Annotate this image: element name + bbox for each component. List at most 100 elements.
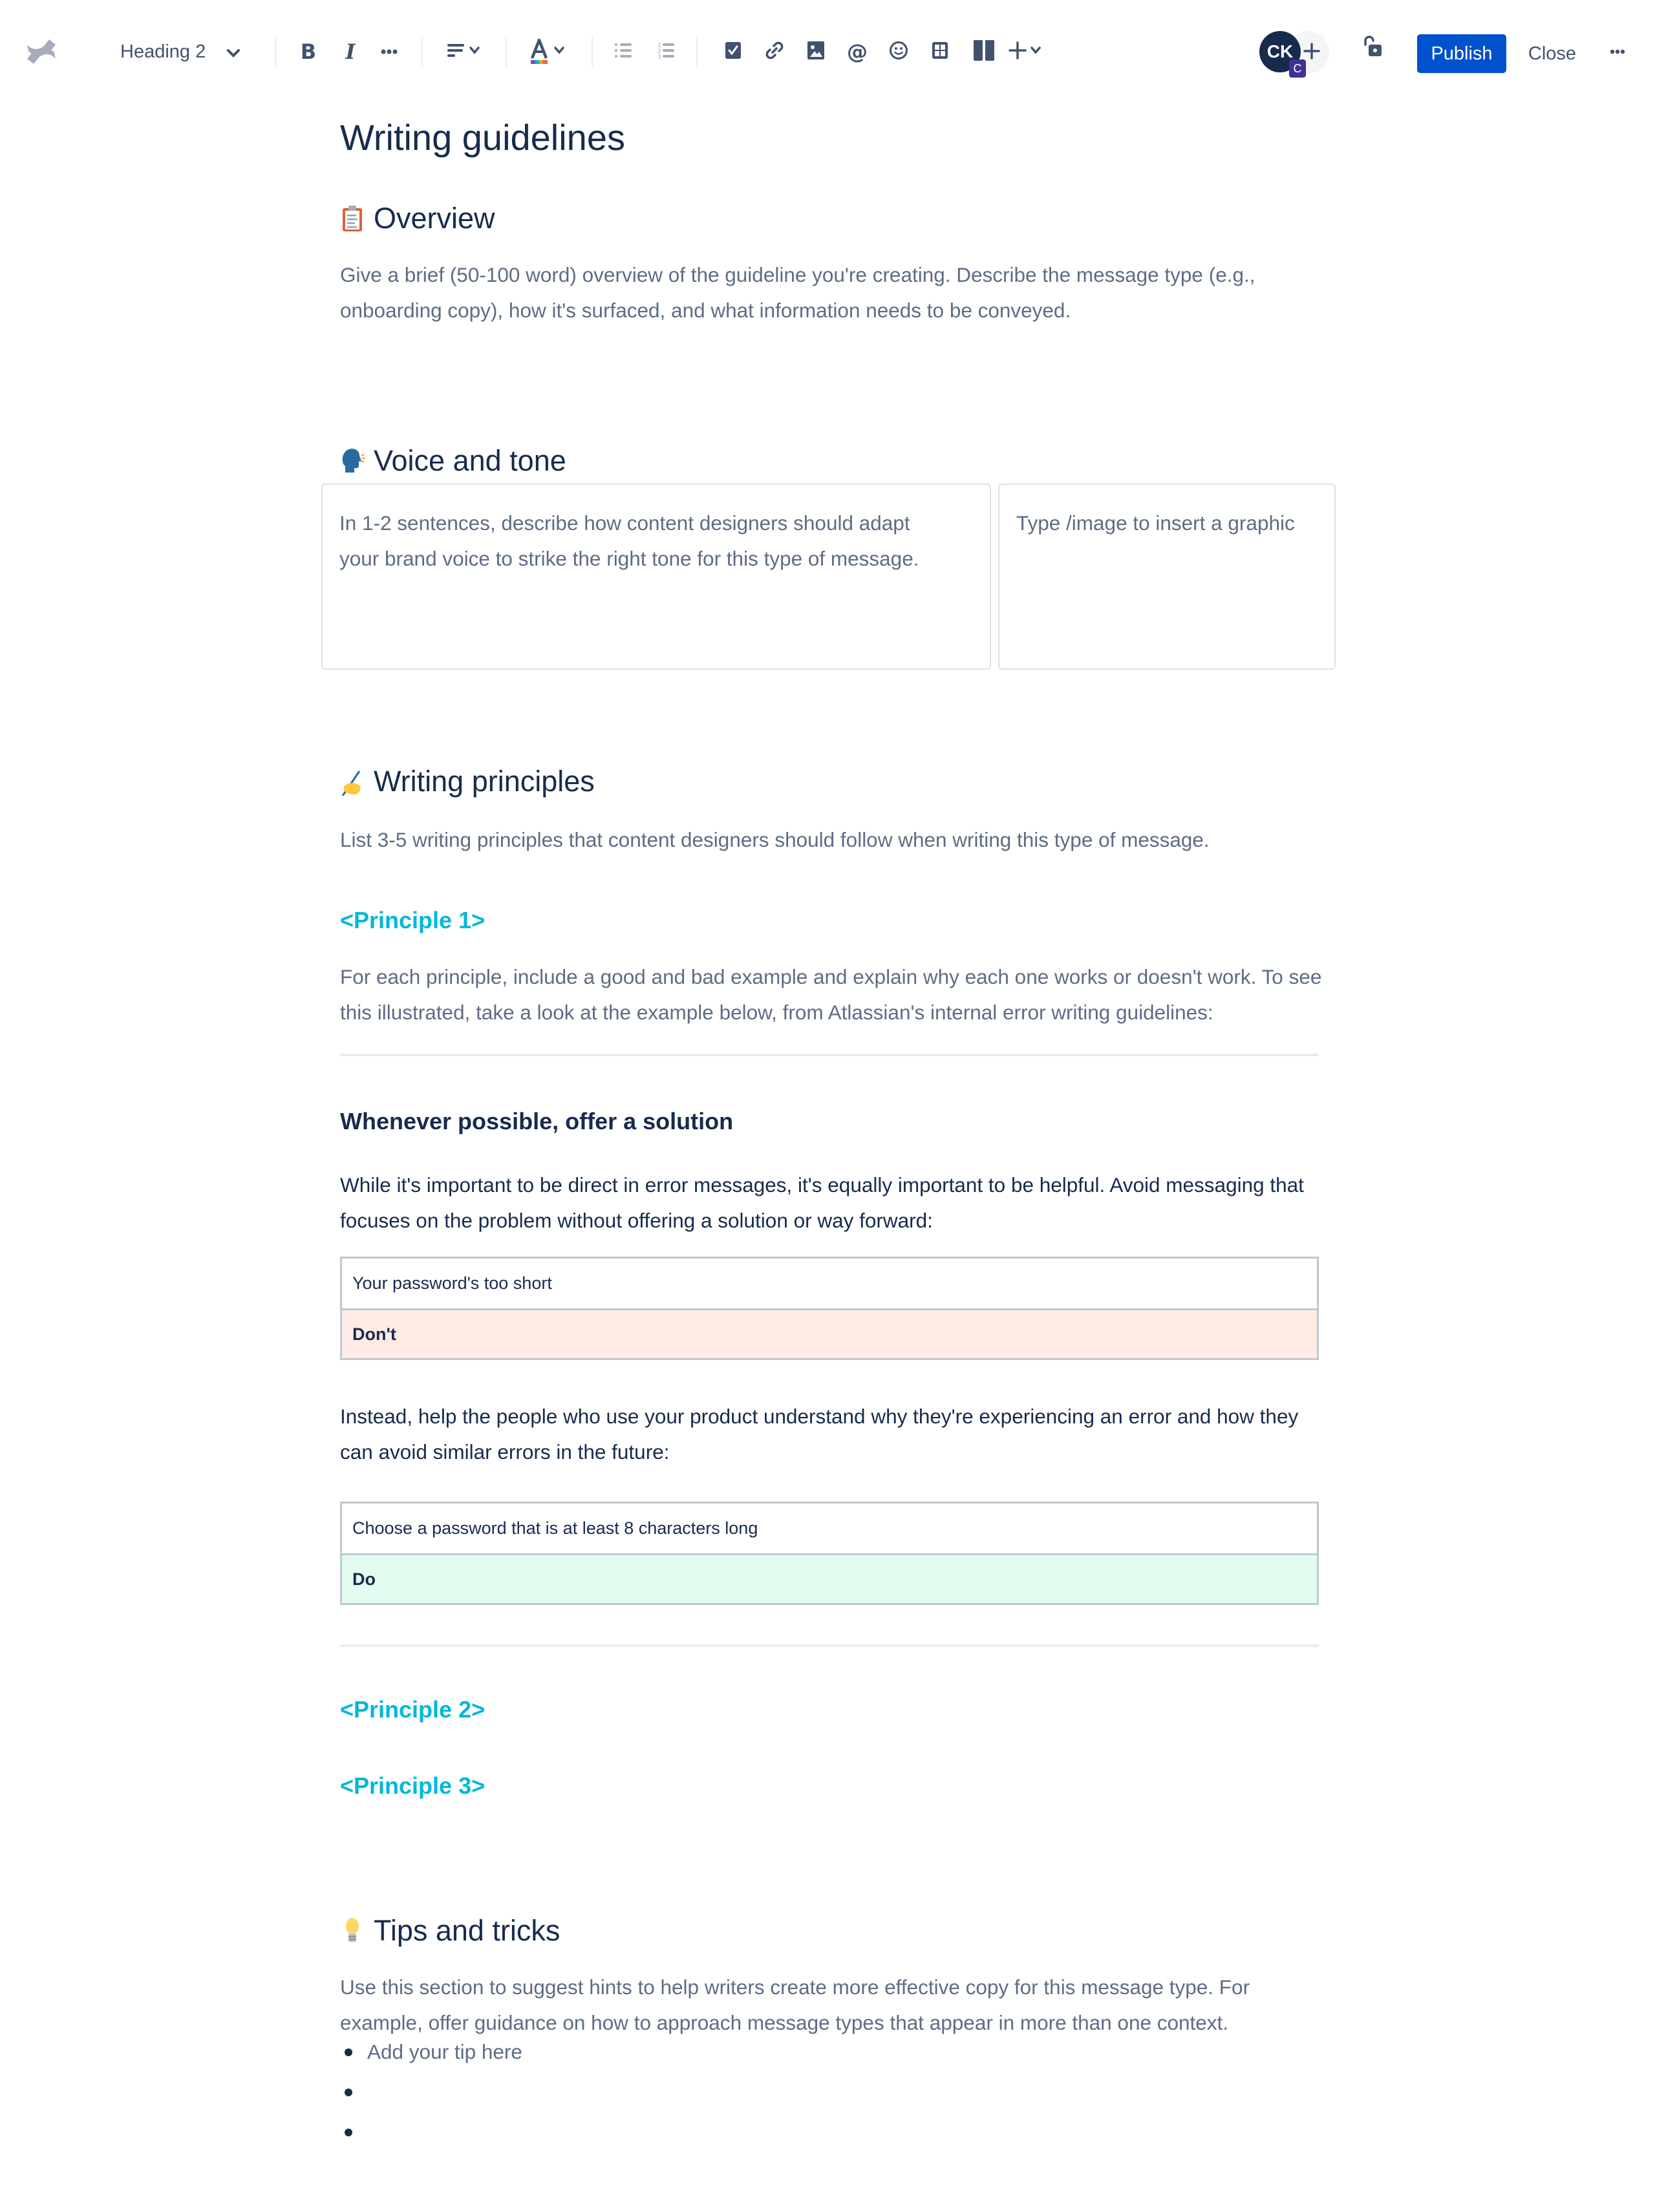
plus-icon [1009, 41, 1027, 63]
mention-button[interactable]: @ [843, 34, 871, 70]
numbered-list-icon: 123 [657, 42, 674, 62]
bold-button[interactable]: B [294, 34, 323, 70]
alignment-dropdown[interactable] [442, 34, 485, 70]
text-style-dropdown[interactable]: Heading 2 [110, 34, 252, 70]
mention-icon: @ [847, 39, 868, 64]
link-button[interactable] [760, 34, 789, 70]
more-icon [1610, 46, 1625, 58]
layouts-button[interactable] [970, 34, 998, 70]
table-row[interactable]: Your password's too short [342, 1259, 1317, 1308]
principle-1-heading[interactable]: <Principle 1> [340, 907, 485, 934]
svg-text:3: 3 [657, 54, 661, 59]
chevron-down-icon [554, 46, 564, 58]
publish-button[interactable]: Publish [1417, 34, 1506, 73]
close-label: Close [1528, 43, 1577, 64]
image-button[interactable] [802, 34, 830, 70]
heading-text: Writing principles [374, 765, 595, 798]
table-icon [932, 41, 948, 63]
verdict-label: Don't [352, 1324, 396, 1344]
emoji-button[interactable] [884, 34, 913, 70]
writing-hand-icon [340, 767, 365, 796]
list-item[interactable] [367, 2080, 626, 2106]
toolbar-divider [275, 37, 276, 67]
layout-column-left[interactable]: In 1-2 sentences, describe how content d… [321, 484, 991, 670]
text-color-icon [530, 36, 548, 65]
publish-label: Publish [1431, 43, 1493, 64]
clipboard-icon [340, 204, 365, 233]
tips-body[interactable]: Use this section to suggest hints to hel… [340, 1970, 1323, 2041]
action-item-button[interactable] [719, 34, 747, 70]
plus-icon [1303, 42, 1320, 63]
toolbar-divider [592, 37, 593, 67]
emoji-icon [889, 41, 908, 63]
confluence-logo[interactable] [23, 34, 59, 70]
italic-icon: I [345, 39, 356, 64]
restrictions-button[interactable] [1358, 30, 1386, 66]
unlock-icon [1361, 35, 1382, 61]
table-button[interactable] [926, 34, 954, 70]
dont-example-table[interactable]: Your password's too short Don't [340, 1257, 1319, 1360]
page-title[interactable]: Writing guidelines [340, 116, 625, 158]
bullet-icon [345, 2129, 352, 2136]
section-heading-writing-principles[interactable]: Writing principles [340, 765, 595, 798]
voice-description-placeholder[interactable]: In 1-2 sentences, describe how content d… [339, 505, 951, 577]
insert-dropdown[interactable] [1002, 34, 1047, 70]
avatar-initials: CK [1266, 41, 1294, 61]
principles-intro[interactable]: List 3-5 writing principles that content… [340, 822, 1323, 858]
more-actions-button[interactable] [1603, 34, 1632, 70]
heading-text: Voice and tone [374, 444, 566, 477]
text-color-dropdown[interactable] [525, 34, 570, 70]
speaking-head-icon [340, 447, 365, 475]
overview-body[interactable]: Give a brief (50-100 word) overview of t… [340, 257, 1323, 328]
layout-icon [974, 39, 994, 64]
avatar-status-badge: C [1289, 59, 1306, 78]
image-icon [807, 41, 824, 63]
italic-button[interactable]: I [336, 34, 365, 70]
table-row[interactable]: Don't [342, 1308, 1317, 1358]
table-row[interactable]: Choose a password that is at least 8 cha… [342, 1504, 1317, 1553]
example-heading[interactable]: Whenever possible, offer a solution [340, 1108, 733, 1135]
close-button[interactable]: Close [1517, 34, 1588, 73]
bullet-icon [345, 2048, 352, 2056]
section-heading-overview[interactable]: Overview [340, 202, 495, 235]
list-item[interactable] [367, 2120, 626, 2146]
heading-text: Overview [374, 202, 495, 235]
section-heading-tips-and-tricks[interactable]: Tips and tricks [340, 1914, 560, 1948]
do-example-table[interactable]: Choose a password that is at least 8 cha… [340, 1502, 1319, 1605]
image-placeholder[interactable]: Type /image to insert a graphic [1016, 505, 1296, 541]
link-icon [765, 41, 784, 63]
chevron-down-icon [469, 46, 480, 58]
more-formatting-button[interactable] [375, 34, 403, 70]
divider [340, 1644, 1319, 1647]
principle-1-body[interactable]: For each principle, include a good and b… [340, 959, 1323, 1030]
principle-2-heading[interactable]: <Principle 2> [340, 1696, 485, 1723]
layout-column-right[interactable]: Type /image to insert a graphic [998, 484, 1336, 670]
numbered-list-button[interactable]: 123 [652, 34, 680, 70]
verdict-label: Do [352, 1569, 376, 1589]
bold-icon: B [300, 39, 317, 64]
section-heading-voice-and-tone[interactable]: Voice and tone [340, 444, 566, 478]
toolbar-divider [422, 37, 423, 67]
toolbar-divider [506, 37, 507, 67]
bullet-list-button[interactable] [609, 34, 637, 70]
editor-toolbar: Heading 2 B I 1 2 3 @ CK C Publish Close [0, 0, 1655, 103]
example-paragraph-1[interactable]: While it's important to be direct in err… [340, 1167, 1323, 1239]
text-style-label: Heading 2 [120, 41, 206, 62]
divider [340, 1054, 1319, 1056]
light-bulb-icon [340, 1917, 365, 1945]
more-icon [381, 46, 398, 58]
example-text: Choose a password that is at least 8 cha… [352, 1518, 758, 1538]
bullet-icon [345, 2089, 352, 2096]
example-paragraph-2[interactable]: Instead, help the people who use your pr… [340, 1399, 1323, 1470]
example-text: Your password's too short [352, 1273, 552, 1293]
chevron-down-icon [226, 41, 240, 63]
checkbox-icon [725, 41, 741, 63]
table-row[interactable]: Do [342, 1553, 1317, 1603]
bullet-list-icon [615, 43, 632, 61]
chevron-down-icon [1030, 46, 1041, 58]
avatar-badge-label: C [1293, 61, 1302, 75]
list-item[interactable]: Add your tip here [367, 2040, 522, 2064]
align-left-icon [447, 43, 464, 61]
principle-3-heading[interactable]: <Principle 3> [340, 1772, 485, 1800]
heading-text: Tips and tricks [374, 1914, 561, 1947]
